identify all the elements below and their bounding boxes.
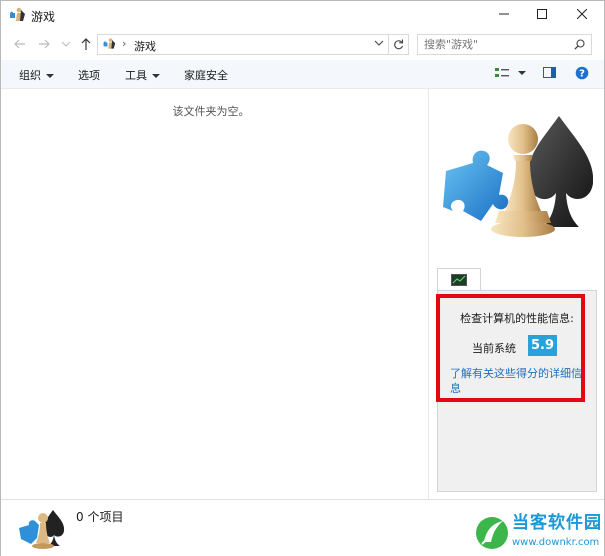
navigation-bar: › 游戏 [1, 31, 604, 59]
arrow-right-icon [39, 39, 50, 49]
minimize-button[interactable] [484, 1, 524, 27]
help-button[interactable]: ? [575, 66, 589, 83]
maximize-button[interactable] [522, 1, 562, 27]
organize-label: 组织 [19, 69, 41, 82]
preview-pane-icon [543, 67, 556, 78]
svg-text:?: ? [579, 69, 585, 80]
games-folder-icon [103, 38, 116, 49]
arrow-left-icon [14, 39, 25, 49]
caret-down-icon [152, 74, 160, 78]
search-box[interactable] [417, 34, 592, 55]
performance-panel: 检查计算机的性能信息: 当前系统 5.9 了解有关这些得分的详细信息 [437, 290, 597, 492]
refresh-button[interactable] [389, 34, 409, 55]
close-icon [577, 9, 587, 19]
score-details-link[interactable]: 了解有关这些得分的详细信息 [450, 366, 590, 396]
file-list[interactable]: 该文件夹为空。 [1, 89, 428, 499]
games-folder-icon [10, 7, 25, 21]
watermark-url: www.downkr.com [512, 537, 600, 548]
title-bar: 游戏 [1, 1, 604, 29]
back-button[interactable] [11, 35, 29, 53]
games-hero-icon [443, 116, 593, 237]
preview-pane-button[interactable] [543, 66, 557, 83]
breadcrumb-separator-icon: › [122, 37, 127, 50]
watermark-title: 当客软件园 [512, 513, 602, 533]
preview-pane: 检查计算机的性能信息: 当前系统 5.9 了解有关这些得分的详细信息 [429, 89, 604, 499]
games-folder-thumbnail-icon [19, 510, 65, 549]
current-system-label: 当前系统 [472, 342, 516, 355]
refresh-icon [394, 39, 404, 50]
explorer-window: 游戏 › 游戏 搜索"游戏" 组织 选项 工具 家庭安全 ? 该文件夹为空。 检… [0, 0, 605, 556]
performance-monitor-icon [451, 274, 467, 286]
tools-label: 工具 [125, 69, 147, 82]
up-button[interactable] [77, 35, 95, 53]
search-input[interactable] [424, 37, 569, 52]
tools-menu[interactable]: 工具 [125, 67, 160, 83]
item-count: 0 个项目 [76, 510, 124, 524]
forward-button[interactable] [35, 35, 53, 53]
organize-menu[interactable]: 组织 [19, 67, 54, 83]
window-title: 游戏 [31, 10, 56, 24]
empty-folder-message: 该文件夹为空。 [172, 105, 250, 118]
search-icon[interactable] [574, 39, 585, 50]
family-safety-button[interactable]: 家庭安全 [184, 67, 228, 83]
arrow-up-icon [81, 38, 91, 50]
command-bar: 组织 选项 工具 家庭安全 ? [1, 60, 604, 89]
chevron-down-icon [62, 41, 70, 47]
maximize-icon [537, 9, 547, 19]
minimize-icon [499, 13, 509, 15]
performance-info-title: 检查计算机的性能信息: [460, 312, 574, 325]
options-button[interactable]: 选项 [78, 67, 100, 83]
performance-tab[interactable] [437, 268, 481, 291]
chevron-down-icon[interactable] [374, 38, 384, 48]
breadcrumb-games[interactable]: 游戏 [134, 38, 156, 54]
experience-score-badge: 5.9 [528, 335, 557, 356]
watermark: 当客软件园 www.downkr.com [475, 508, 605, 556]
help-icon: ? [575, 66, 589, 80]
caret-down-icon [46, 74, 54, 78]
address-bar[interactable]: › 游戏 [97, 34, 389, 55]
recent-locations-button[interactable] [57, 35, 75, 53]
close-button[interactable] [562, 1, 602, 27]
view-options-icon [495, 68, 526, 77]
watermark-logo-icon [476, 517, 508, 549]
change-view-button[interactable] [494, 66, 528, 83]
